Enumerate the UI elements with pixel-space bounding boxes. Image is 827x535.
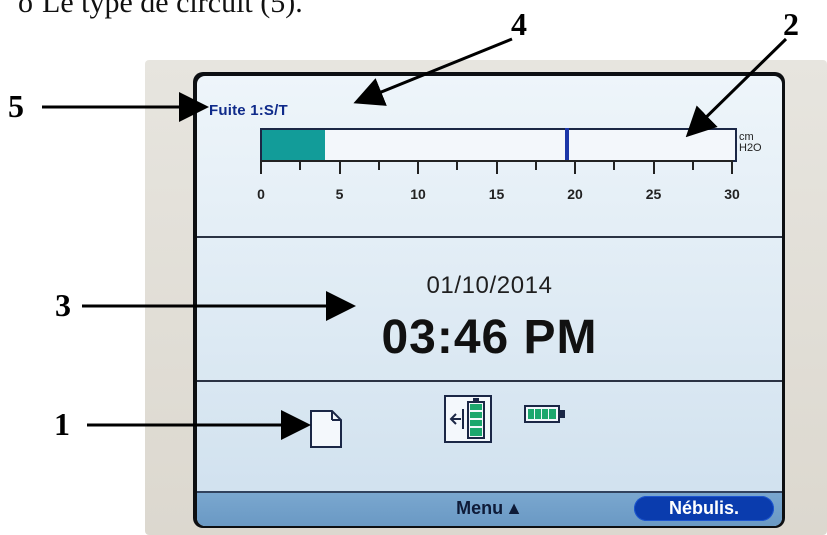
pressure-major-tick <box>731 160 733 174</box>
pressure-tick-label: 0 <box>257 186 265 202</box>
pressure-minor-tick <box>691 160 694 170</box>
pressure-tick-label: 30 <box>724 186 740 202</box>
pressure-gauge <box>260 128 737 162</box>
callout-1-label: 1 <box>54 406 70 442</box>
pressure-minor-tick <box>534 160 537 170</box>
battery-icon <box>524 405 565 423</box>
document-line: o Le type de circuit (5). <box>18 0 303 20</box>
pressure-major-tick <box>338 160 341 174</box>
pressure-major-tick <box>260 160 262 174</box>
callout-4-label: 4 <box>511 6 527 42</box>
pressure-major-tick <box>574 160 576 174</box>
pressure-unit-line-2: H2O <box>739 142 762 154</box>
status-divider <box>197 380 782 382</box>
document-line-text: Le type de circuit (5). <box>42 0 303 19</box>
pressure-tick-label: 20 <box>567 186 583 202</box>
pressure-minor-tick <box>377 160 380 170</box>
sd-card-icon <box>310 410 342 448</box>
pressure-gauge-fill <box>262 130 325 160</box>
time-display: 03:46 PM <box>381 311 598 364</box>
pressure-major-tick <box>652 160 655 174</box>
pressure-tick-label: 5 <box>335 186 344 202</box>
device-screen: Fuite 1:S/T 0 5 10 15 20 25 30 cm H2O 01/10/20… <box>197 76 782 526</box>
menu-label: Menu <box>456 498 504 518</box>
menu-up-icon: ▲ <box>505 498 523 518</box>
leak-status: Fuite 1:S/T <box>209 102 288 119</box>
dock-battery-icon <box>444 395 492 443</box>
pressure-unit: cm H2O <box>739 132 779 154</box>
pressure-gauge-axis <box>260 160 733 174</box>
pressure-minor-tick <box>613 160 616 170</box>
pressure-tick-label: 15 <box>488 186 505 202</box>
date-display: 01/10/2014 <box>426 272 553 299</box>
pressure-tick-label: 10 <box>410 186 426 202</box>
callout-2-label: 2 <box>783 6 799 42</box>
pressure-major-tick <box>495 160 498 174</box>
nebulis-button[interactable]: Nébulis. <box>634 496 774 521</box>
gauge-divider <box>197 236 782 238</box>
bullet-circle-icon: o <box>18 0 33 19</box>
screen-footer: Menu ▲ Nébulis. <box>197 491 782 526</box>
pressure-minor-tick <box>456 160 459 170</box>
pressure-major-tick <box>417 160 419 174</box>
figure: o Le type de circuit (5). Fuite 1:S/T 0 5 1… <box>0 0 827 535</box>
callout-3-label: 3 <box>55 287 71 323</box>
callout-5-label: 5 <box>8 88 24 124</box>
pressure-target-marker <box>564 128 569 162</box>
pressure-tick-label: 25 <box>645 186 662 202</box>
pressure-minor-tick <box>299 160 302 170</box>
